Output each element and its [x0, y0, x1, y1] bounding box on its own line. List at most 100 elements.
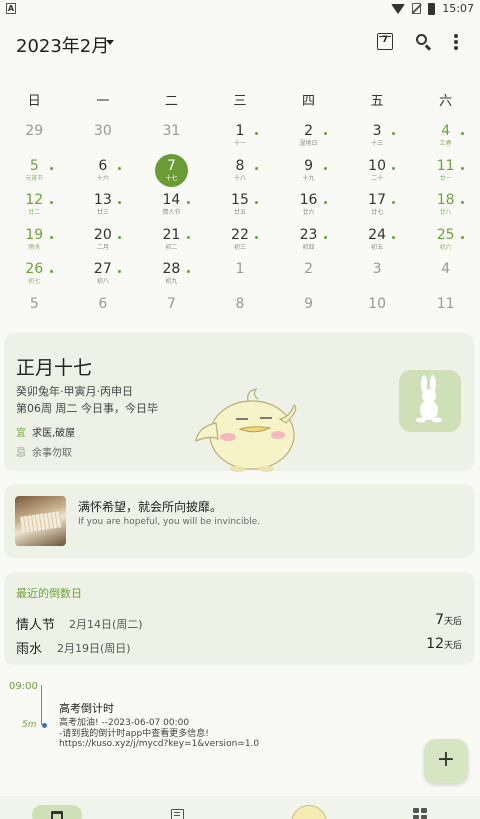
search-icon[interactable] — [415, 33, 433, 51]
day-number: 3 — [372, 123, 382, 139]
lunar-label: 廿三 — [96, 209, 109, 216]
event-indicator — [186, 235, 190, 239]
add-event-button[interactable]: + — [424, 739, 468, 783]
today-calendar-icon[interactable]: 7 — [377, 33, 393, 50]
event-indicator — [186, 270, 190, 273]
day-number: 8 — [235, 295, 245, 312]
calendar-day[interactable]: 8 十八 — [206, 153, 275, 188]
calendar-day[interactable]: 8 — [206, 291, 275, 326]
calendar-day[interactable]: 4 — [411, 256, 480, 291]
calendar-day[interactable]: 2 — [274, 256, 343, 291]
event-indicator — [460, 201, 464, 204]
ji-label: 忌 — [16, 448, 26, 459]
lunar-label: 初九 — [165, 278, 178, 285]
nav-mascot-icon[interactable] — [291, 805, 327, 819]
ji-row: 忌余事勿取 — [16, 444, 72, 459]
yi-text: 求医,破屋 — [32, 428, 76, 439]
calendar-day[interactable]: 10 二十 — [343, 153, 412, 188]
weekday-label: 三 — [233, 94, 247, 109]
event-indicator — [49, 201, 53, 204]
calendar-day[interactable]: 7 — [137, 291, 206, 326]
calendar-day[interactable]: 9 十九 — [274, 153, 343, 188]
calendar-day[interactable]: 1 — [206, 256, 275, 291]
calendar-day[interactable]: 1 十一 — [206, 118, 275, 153]
event-indicator — [118, 166, 122, 170]
calendar-day[interactable]: 4 立春 — [411, 118, 480, 153]
calendar-day[interactable]: 10 — [343, 291, 412, 326]
calendar-icon — [51, 811, 63, 819]
day-number: 6 — [98, 157, 108, 174]
calendar-day[interactable]: 3 十三 — [343, 118, 412, 153]
calendar-day[interactable]: 6 十六 — [69, 153, 138, 188]
nav-list-icon[interactable] — [171, 809, 184, 819]
day-number: 12 — [25, 192, 44, 208]
day-number: 7 — [166, 157, 176, 174]
calendar-day[interactable]: 24 初五 — [343, 222, 412, 257]
day-number: 1 — [235, 123, 245, 139]
countdown-item[interactable]: 雨水 2月19日(周日) 12天后 — [16, 636, 462, 657]
calendar-day[interactable]: 28 初九 — [137, 256, 206, 291]
lunar-label: 初二 — [165, 243, 178, 251]
lunar-label: 十一 — [233, 140, 246, 147]
calendar-day[interactable]: 20 二月 — [69, 222, 138, 257]
calendar-day[interactable]: 30 — [69, 118, 138, 153]
event-title[interactable]: 高考倒计时 — [59, 700, 114, 716]
lunar-label: 十七 — [165, 174, 178, 182]
calendar-day[interactable]: 22 初三 — [206, 222, 275, 257]
calendar-day[interactable]: 29 — [0, 118, 69, 153]
day-number: 4 — [441, 261, 451, 277]
more-vert-icon[interactable] — [453, 34, 459, 50]
lunar-label: 廿五 — [233, 209, 246, 216]
lunar-date: 正月十七 — [16, 357, 93, 379]
calendar-day[interactable]: 2 湿地日 — [274, 118, 343, 153]
calendar-day[interactable]: 25 初六 — [411, 222, 480, 257]
calendar-day[interactable]: 15 廿五 — [206, 187, 275, 222]
calendar-day-today[interactable]: 7 十七 — [137, 153, 206, 188]
day-number: 25 — [436, 226, 455, 243]
day-number: 7 — [166, 295, 176, 312]
day-number: 6 — [98, 295, 108, 312]
calendar-day[interactable]: 31 — [137, 118, 206, 153]
calendar-day[interactable]: 5 元宵节 — [0, 153, 69, 188]
day-number: 9 — [304, 295, 313, 312]
calendar-day[interactable]: 9 — [274, 291, 343, 326]
calendar-day[interactable]: 21 初二 — [137, 222, 206, 257]
calendar-day[interactable]: 18 廿八 — [411, 187, 480, 222]
calendar-day[interactable]: 19 雨水 — [0, 222, 69, 257]
calendar-day[interactable]: 3 — [343, 256, 412, 291]
calendar-day[interactable]: 16 廿六 — [274, 187, 343, 222]
calendar-day[interactable]: 23 初四 — [274, 222, 343, 257]
countdown-item[interactable]: 情人节 2月14日(周二) 7天后 — [16, 612, 462, 633]
lunar-label: 初八 — [96, 278, 109, 285]
weekday-label: 二 — [164, 94, 178, 109]
day-number: 10 — [368, 157, 386, 174]
calendar-day[interactable]: 6 — [69, 291, 138, 326]
calendar-day[interactable]: 14 情人节 — [137, 187, 206, 222]
event-indicator — [323, 132, 327, 135]
ganzhi-text: 癸卯兔年·甲寅月·丙申日 — [16, 385, 133, 398]
day-number: 18 — [436, 192, 455, 208]
nav-apps-icon[interactable] — [413, 808, 427, 819]
event-indicator — [186, 201, 190, 204]
countdown-card[interactable]: 最近的倒数日 情人节 2月14日(周二) 7天后 雨水 2月19日(周日) 12… — [4, 572, 474, 665]
calendar-day[interactable]: 27 初八 — [69, 256, 138, 291]
calendar-day[interactable]: 12 廿二 — [0, 187, 69, 222]
calendar-day[interactable]: 11 廿一 — [411, 153, 480, 188]
nav-calendar-tab[interactable] — [32, 805, 82, 819]
calendar-day[interactable]: 13 廿三 — [69, 187, 138, 222]
quote-english: If you are hopeful, you will be invincib… — [78, 517, 261, 527]
day-info-card[interactable]: 正月十七 癸卯兔年·甲寅月·丙申日 第06周 周二 今日事，今日毕 宜求医,破屋… — [4, 333, 474, 472]
bottom-navigation — [0, 796, 480, 819]
calendar-day[interactable]: 26 初七 — [0, 256, 69, 291]
event-description[interactable]: 高考加油! --2023-06-07 00:00 -请到我的倒计时app中查看更… — [59, 718, 259, 750]
event-indicator — [323, 166, 327, 170]
calendar-day[interactable]: 17 廿七 — [343, 187, 412, 222]
month-title[interactable]: 2023年2月 — [16, 32, 109, 58]
calendar-day[interactable]: 5 — [0, 291, 69, 326]
quote-chinese: 满怀希望，就会所向披靡。 — [78, 500, 223, 514]
calendar-day[interactable]: 11 — [411, 291, 480, 326]
countdown-date: 2月14日(周二) — [69, 618, 143, 631]
chevron-down-icon[interactable] — [106, 40, 114, 45]
daily-quote-card[interactable]: 满怀希望，就会所向披靡。 If you are hopeful, you wil… — [4, 484, 474, 558]
lunar-label: 雨水 — [28, 243, 41, 251]
